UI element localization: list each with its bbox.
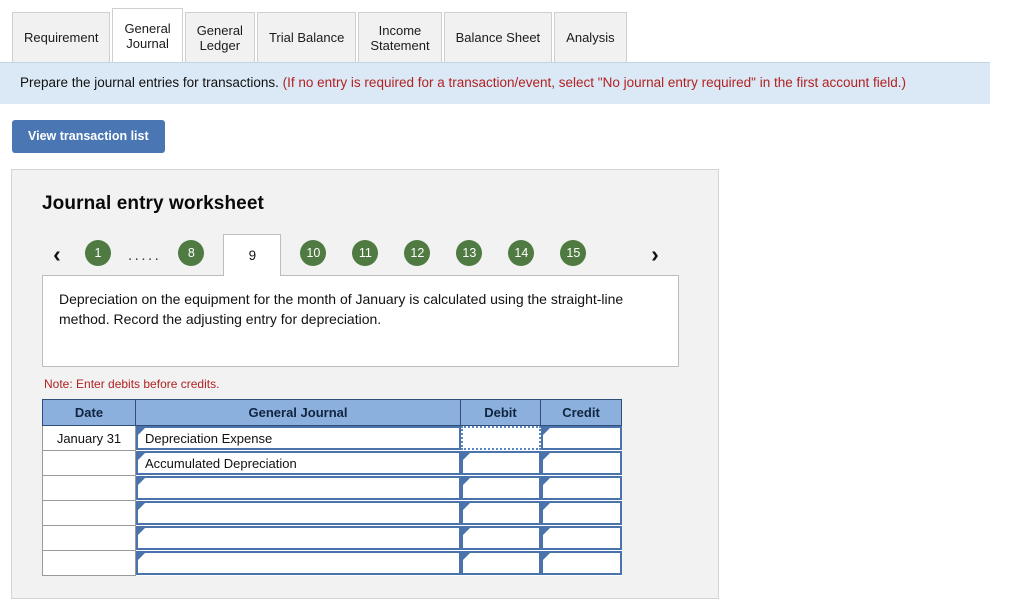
- chevron-left-icon[interactable]: ‹: [42, 243, 72, 275]
- chevron-right-icon[interactable]: ›: [640, 243, 670, 275]
- page-title: Journal entry worksheet: [42, 193, 264, 214]
- pager-page-1[interactable]: 1: [85, 240, 111, 266]
- account-cell: [136, 501, 461, 526]
- tab-trial-balance[interactable]: Trial Balance: [256, 12, 357, 62]
- credit-input[interactable]: [540, 501, 622, 525]
- tab-label: Income Statement: [370, 22, 430, 53]
- tab-label: Requirement: [24, 30, 99, 45]
- tab-income-statement[interactable]: Income Statement: [358, 12, 442, 62]
- transaction-description: Depreciation on the equipment for the mo…: [42, 275, 679, 367]
- credit-input[interactable]: [540, 551, 622, 575]
- pager-page-9-active[interactable]: 9: [223, 234, 282, 276]
- worksheet-pager: ‹ 1 ..... 8 9 10 11 12 13 14 15 ›: [42, 233, 690, 276]
- debit-cell: [460, 426, 541, 451]
- debit-input[interactable]: [460, 501, 541, 525]
- tab-balance-sheet[interactable]: Balance Sheet: [443, 12, 553, 62]
- pager-page-10[interactable]: 10: [300, 240, 327, 266]
- account-input[interactable]: [136, 551, 461, 575]
- credit-input[interactable]: [540, 476, 622, 500]
- debits-before-credits-note: Note: Enter debits before credits.: [44, 377, 220, 391]
- tab-analysis[interactable]: Analysis: [554, 12, 627, 62]
- credit-cell: [540, 476, 622, 501]
- debit-input[interactable]: [460, 451, 541, 475]
- column-header-general-journal: General Journal: [135, 399, 461, 426]
- pager-page-13[interactable]: 13: [456, 240, 483, 266]
- credit-cell: [540, 526, 622, 551]
- journal-entry-worksheet-panel: Journal entry worksheet ‹ 1 ..... 8 9 10…: [11, 169, 719, 599]
- pager-page-14[interactable]: 14: [508, 240, 535, 266]
- column-header-debit: Debit: [460, 399, 541, 426]
- pager-page-15[interactable]: 15: [560, 240, 587, 266]
- account-cell: Accumulated Depreciation: [136, 451, 461, 476]
- table-header-row: Date General Journal Debit Credit: [42, 399, 622, 426]
- tab-label: Analysis: [566, 30, 615, 45]
- account-cell: [136, 526, 461, 551]
- date-cell[interactable]: [42, 550, 136, 576]
- account-input[interactable]: [136, 476, 461, 500]
- account-input[interactable]: [136, 526, 461, 550]
- account-input[interactable]: Depreciation Expense: [136, 426, 461, 451]
- debit-input[interactable]: [460, 526, 541, 550]
- column-header-credit: Credit: [540, 399, 622, 426]
- debit-input[interactable]: [460, 476, 541, 500]
- account-cell: [136, 551, 461, 576]
- toolbar: View transaction list: [0, 104, 1024, 153]
- table-row: Accumulated Depreciation: [42, 450, 622, 476]
- credit-input[interactable]: [540, 426, 622, 451]
- debit-cell: [460, 526, 541, 551]
- table-row: [42, 525, 622, 551]
- table-row: [42, 500, 622, 526]
- debit-input[interactable]: [460, 426, 541, 451]
- date-cell[interactable]: [42, 475, 136, 501]
- debit-cell: [460, 501, 541, 526]
- debit-cell: [460, 451, 541, 476]
- debit-input[interactable]: [460, 551, 541, 575]
- credit-cell: [540, 451, 622, 476]
- column-header-date: Date: [42, 399, 136, 426]
- credit-input[interactable]: [540, 526, 622, 550]
- date-cell[interactable]: January 31: [42, 425, 136, 451]
- instruction-note-text: (If no entry is required for a transacti…: [282, 75, 907, 90]
- table-row: [42, 550, 622, 576]
- pager-page-8[interactable]: 8: [178, 240, 205, 266]
- table-row: January 31 Depreciation Expense: [42, 425, 622, 451]
- pager-ellipsis: .....: [128, 247, 162, 264]
- table-row: [42, 475, 622, 501]
- credit-cell: [540, 501, 622, 526]
- tab-strip: Requirement General Journal General Ledg…: [0, 0, 1024, 62]
- account-cell: [136, 476, 461, 501]
- tab-label: Trial Balance: [268, 30, 345, 45]
- view-transaction-list-button[interactable]: View transaction list: [12, 120, 165, 153]
- debit-cell: [460, 551, 541, 576]
- instruction-banner: Prepare the journal entries for transact…: [0, 62, 990, 104]
- credit-cell: [540, 426, 622, 451]
- journal-entry-table: Date General Journal Debit Credit Januar…: [42, 399, 622, 576]
- account-input[interactable]: [136, 501, 461, 525]
- tab-requirement[interactable]: Requirement: [12, 12, 111, 62]
- date-cell[interactable]: [42, 525, 136, 551]
- debit-cell: [460, 476, 541, 501]
- account-input[interactable]: Accumulated Depreciation: [136, 451, 461, 475]
- date-cell[interactable]: [42, 500, 136, 526]
- account-cell: Depreciation Expense: [136, 426, 461, 451]
- credit-input[interactable]: [540, 451, 622, 475]
- pager-page-12[interactable]: 12: [404, 240, 431, 266]
- tab-general-journal[interactable]: General Journal: [112, 8, 183, 62]
- date-cell[interactable]: [42, 450, 136, 476]
- instruction-text: Prepare the journal entries for transact…: [20, 75, 279, 90]
- tab-label: General Journal: [124, 20, 171, 51]
- tab-general-ledger[interactable]: General Ledger: [184, 12, 255, 62]
- pager-page-11[interactable]: 11: [352, 240, 379, 266]
- tab-label: General Ledger: [196, 22, 243, 53]
- credit-cell: [540, 551, 622, 576]
- tab-label: Balance Sheet: [455, 30, 541, 45]
